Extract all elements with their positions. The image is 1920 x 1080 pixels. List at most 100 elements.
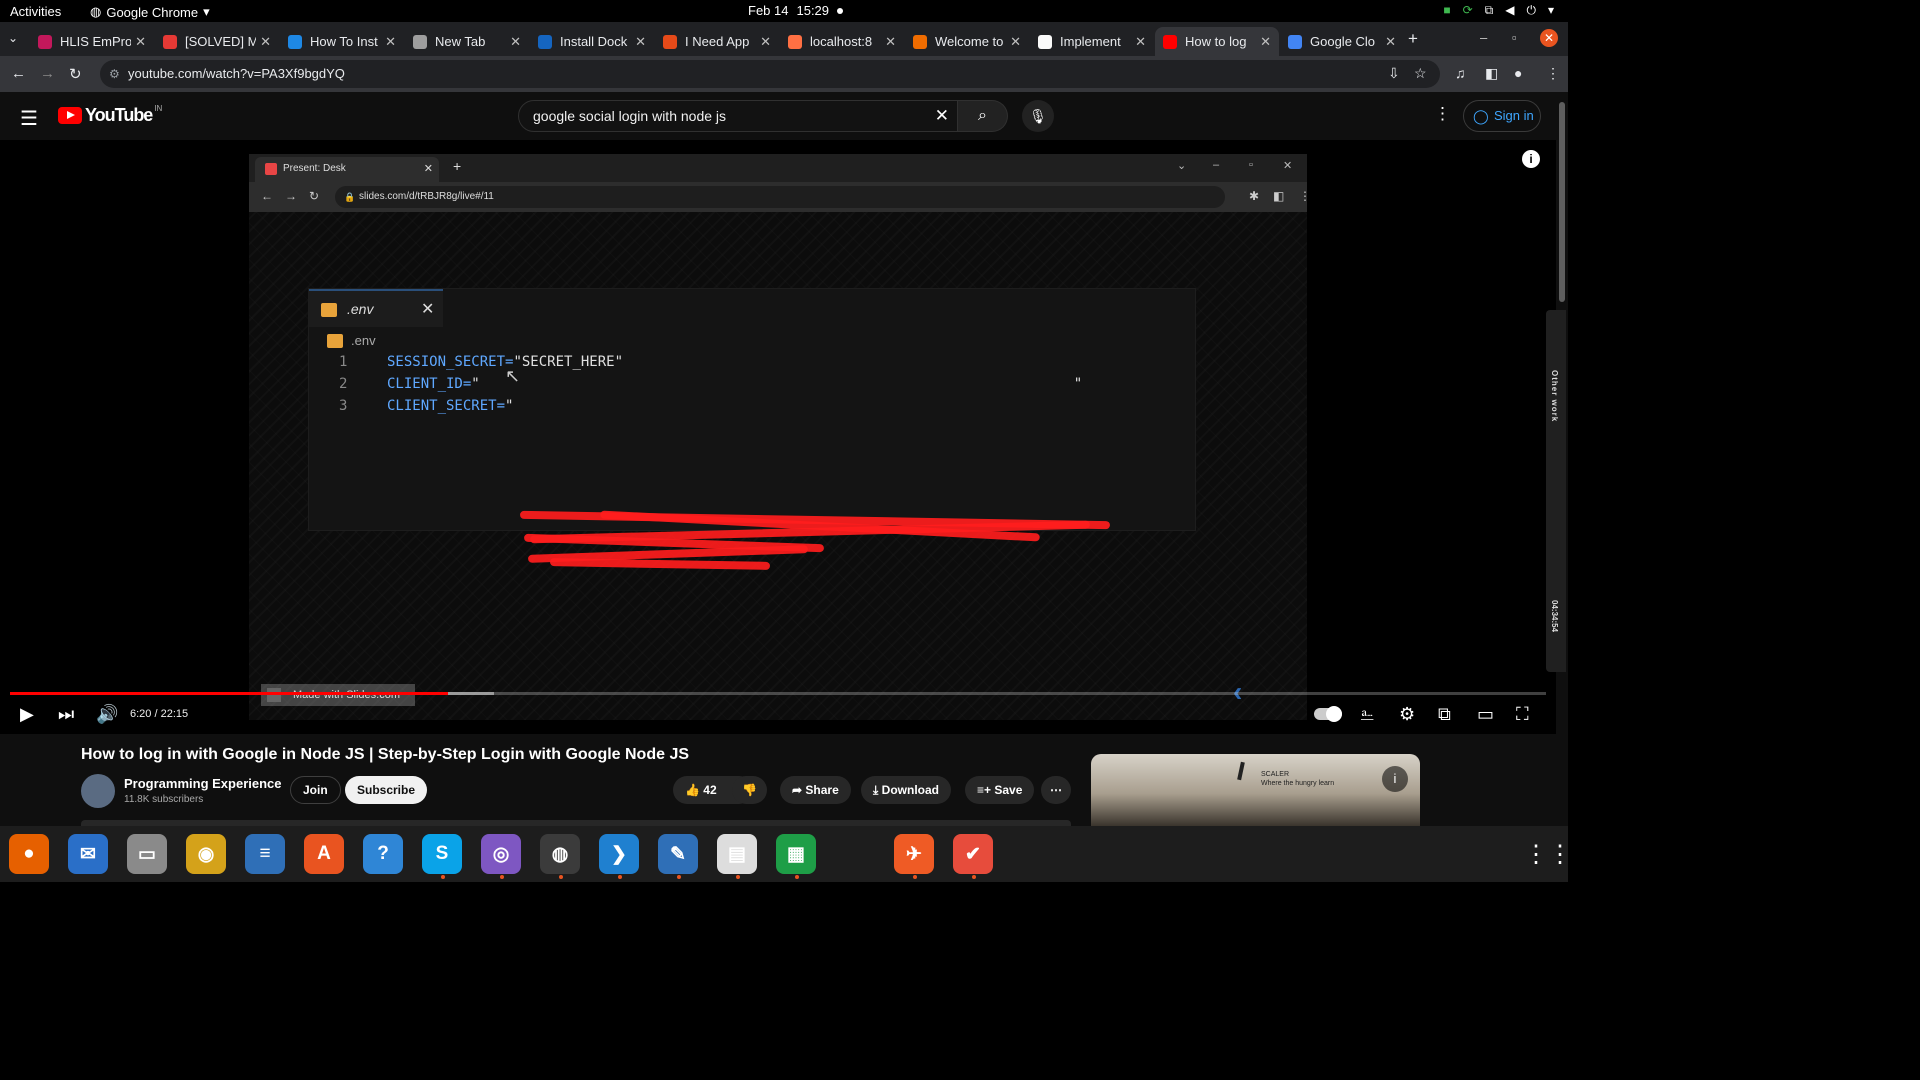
dock-app-libreoffice-writer-icon[interactable]: ≡: [245, 834, 285, 874]
autoplay-toggle[interactable]: [1314, 706, 1342, 722]
side-panel-icon[interactable]: ◧: [1485, 65, 1498, 82]
hamburger-menu-icon[interactable]: ☰: [20, 106, 38, 131]
dislike-button[interactable]: 👎: [732, 776, 767, 804]
channel-name[interactable]: Programming Experience: [124, 776, 282, 791]
bookmark-star-icon[interactable]: ☆: [1414, 65, 1427, 82]
play-button[interactable]: ▶: [20, 704, 34, 725]
subscribe-button[interactable]: Subscribe: [345, 776, 428, 804]
tab-close-icon[interactable]: ✕: [385, 34, 396, 50]
more-actions-button[interactable]: ⋯: [1041, 776, 1071, 804]
dock-app-postman-icon[interactable]: ✈: [894, 834, 934, 879]
maximize-button[interactable]: ▫: [1512, 30, 1517, 45]
video-progress-bar[interactable]: [10, 692, 1546, 695]
sync-icon[interactable]: ⟳: [1463, 3, 1473, 18]
dock-app-help-icon[interactable]: ?: [363, 834, 403, 874]
dock-app-network-globe-icon[interactable]: ◎: [481, 834, 521, 879]
tab-close-icon[interactable]: ✕: [1260, 34, 1271, 50]
clock[interactable]: Feb 14 15:29: [748, 3, 844, 18]
clear-search-icon[interactable]: ✕: [935, 101, 949, 131]
theater-mode-button[interactable]: ▭: [1477, 704, 1494, 725]
search-input[interactable]: google social login with node js ✕: [518, 100, 958, 132]
activities-button[interactable]: Activities: [10, 4, 61, 19]
browser-tab[interactable]: [SOLVED] M ✕: [155, 27, 279, 56]
video-player[interactable]: i Present: Desk ✕ + ⌄ – ▫ ✕ ← → ↻ 🔒 slid…: [0, 140, 1556, 734]
tab-close-icon[interactable]: ✕: [1010, 34, 1021, 50]
save-button[interactable]: ≡+ Save: [965, 776, 1035, 804]
dock-app-text-editor-icon[interactable]: ✎: [658, 834, 698, 879]
dock-app-chrome-icon[interactable]: ◍: [540, 834, 580, 879]
settings-gear-icon[interactable]: ⚙: [1399, 704, 1415, 725]
minimize-button[interactable]: –: [1480, 30, 1487, 45]
tab-close-icon[interactable]: ✕: [1385, 34, 1396, 50]
new-tab-button[interactable]: +: [1408, 29, 1418, 49]
dock-app-vscode-icon[interactable]: ❯: [599, 834, 639, 879]
next-button[interactable]: ⏭: [58, 704, 74, 725]
subtitles-button[interactable]: ⎁: [1360, 704, 1374, 725]
media-control-icon[interactable]: ♫: [1455, 65, 1466, 81]
browser-tab[interactable]: Welcome to ✕: [905, 27, 1029, 56]
dock-app-firefox-icon[interactable]: ●: [9, 834, 49, 874]
show-apps-grid-icon[interactable]: ⋮⋮⋮: [1524, 840, 1568, 869]
share-button[interactable]: ➦ Share: [780, 776, 851, 804]
volume-button[interactable]: 🔊: [96, 704, 118, 725]
system-tray[interactable]: ■ ⟳ ⧉ ◀ ⏻ ▾: [1443, 3, 1554, 18]
tab-close-icon[interactable]: ✕: [510, 34, 521, 50]
browser-tab[interactable]: I Need App ✕: [655, 27, 779, 56]
dock-app-rhythmbox-icon[interactable]: ◉: [186, 834, 226, 874]
browser-tab[interactable]: How To Inst ✕: [280, 27, 404, 56]
dock-app-document-viewer-icon[interactable]: ▤: [717, 834, 757, 879]
browser-tab[interactable]: HLIS EmPro ✕: [30, 27, 154, 56]
tab-close-icon[interactable]: ✕: [885, 34, 896, 50]
settings-kebab-icon[interactable]: ⋮: [1434, 104, 1451, 124]
scrollbar-thumb[interactable]: [1559, 102, 1565, 302]
address-bar[interactable]: ⚙ youtube.com/watch?v=PA3Xf9bgdYQ: [100, 60, 1440, 88]
browser-tab[interactable]: Google Clo ✕: [1280, 27, 1404, 56]
tab-close-icon[interactable]: ✕: [1135, 34, 1146, 50]
tab-close-icon[interactable]: ✕: [635, 34, 646, 50]
network-icon[interactable]: ⧉: [1485, 3, 1494, 18]
window-close-button[interactable]: ✕: [1540, 29, 1558, 47]
reload-button[interactable]: ↻: [69, 65, 82, 83]
dock-app-spreadsheet-icon[interactable]: ▦: [776, 834, 816, 879]
browser-tab[interactable]: Implement ✕: [1030, 27, 1154, 56]
security-shield-icon[interactable]: ■: [1443, 3, 1450, 18]
forward-button[interactable]: →: [40, 65, 55, 82]
chrome-menu-icon[interactable]: ⋮: [1546, 65, 1560, 82]
browser-tab[interactable]: Install Dock ✕: [530, 27, 654, 56]
channel-avatar[interactable]: [81, 774, 115, 808]
sponsored-ad[interactable]: SCALER Where the hungry learn i: [1091, 754, 1420, 826]
browser-tab[interactable]: localhost:8 ✕: [780, 27, 904, 56]
app-menu[interactable]: ◍ Google Chrome ▾: [90, 4, 210, 20]
tab-close-icon[interactable]: ✕: [260, 34, 271, 50]
fullscreen-button[interactable]: ⛶: [1516, 704, 1529, 725]
search-query: google social login with node js: [533, 108, 727, 124]
browser-tab[interactable]: How to log ✕: [1155, 27, 1279, 56]
tab-close-icon[interactable]: ✕: [760, 34, 771, 50]
search-button[interactable]: ⌕: [958, 100, 1008, 132]
voice-search-button[interactable]: 🎙: [1022, 100, 1054, 132]
dock-app-skype-icon[interactable]: S: [422, 834, 462, 879]
site-info-icon[interactable]: ⚙: [109, 60, 120, 88]
dock-app-app-center-icon[interactable]: A: [304, 834, 344, 874]
ad-info-icon[interactable]: i: [1382, 766, 1408, 792]
dock-app-task-app-icon[interactable]: ✔: [953, 834, 993, 879]
power-icon[interactable]: ⏻: [1526, 3, 1536, 18]
back-button[interactable]: ←: [11, 65, 26, 82]
join-button[interactable]: Join: [290, 776, 341, 804]
video-info-icon[interactable]: i: [1522, 150, 1540, 168]
download-button[interactable]: ⤓ Download: [861, 776, 951, 804]
sign-in-button[interactable]: ◯ Sign in: [1463, 100, 1541, 132]
miniplayer-button[interactable]: ⧉: [1438, 704, 1451, 725]
youtube-logo[interactable]: YouTube IN: [58, 104, 162, 126]
tab-search-chevron-icon[interactable]: ⌄: [8, 31, 18, 45]
volume-icon[interactable]: ◀: [1505, 3, 1514, 18]
profile-icon[interactable]: ●: [1514, 65, 1522, 81]
side-panel-widget[interactable]: Other work 04:34:54: [1546, 310, 1566, 672]
install-app-icon[interactable]: ⇩: [1388, 65, 1400, 82]
running-indicator: [913, 875, 917, 879]
tab-close-icon[interactable]: ✕: [135, 34, 146, 50]
dock-app-files-icon[interactable]: ▭: [127, 834, 167, 874]
browser-tab[interactable]: New Tab ✕: [405, 27, 529, 56]
chevron-down-icon[interactable]: ▾: [1548, 3, 1554, 18]
dock-app-thunderbird-icon[interactable]: ✉: [68, 834, 108, 874]
